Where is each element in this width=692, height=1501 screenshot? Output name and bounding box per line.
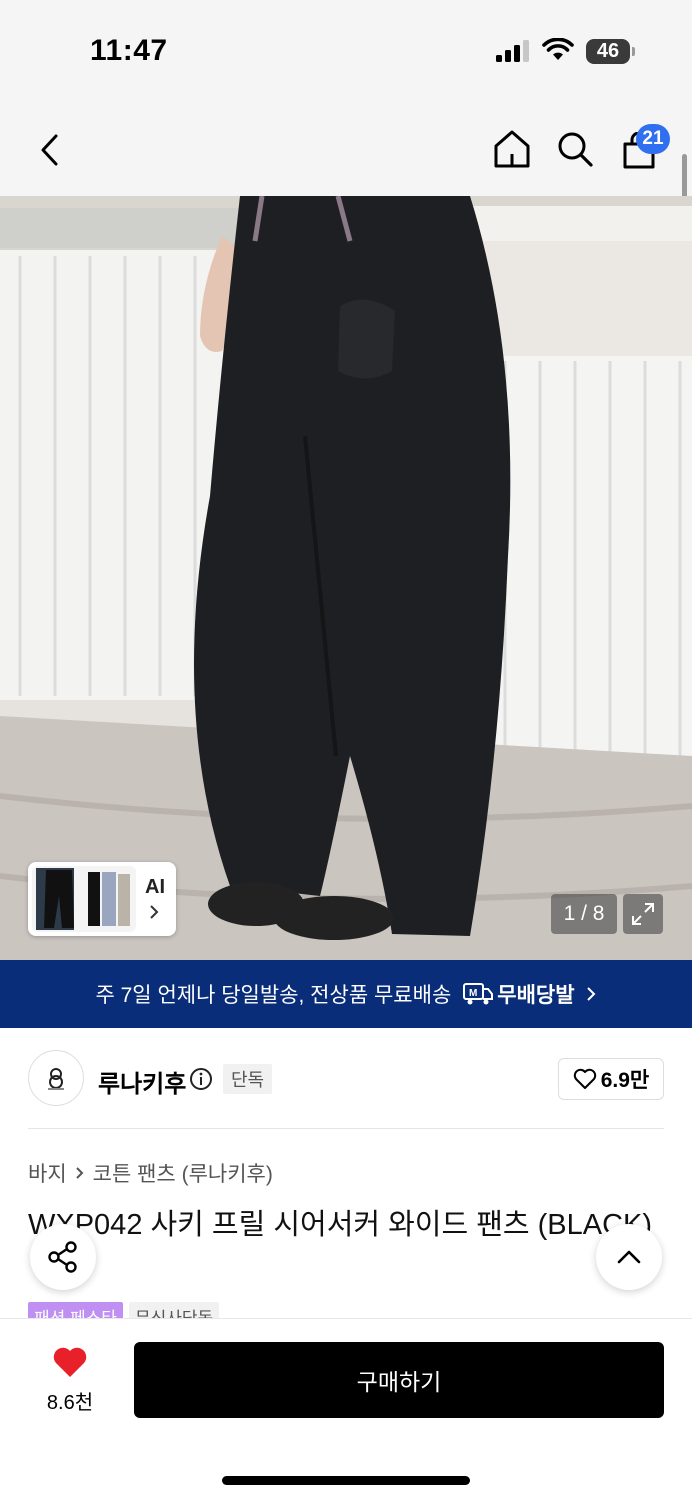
ai-thumbnail-image [32,866,136,932]
wishlist-count: 8.6천 [46,1392,94,1414]
breadcrumb: 바지 코튼 팬츠 (루나키후) [28,1158,273,1188]
chevron-right-icon [75,1165,85,1181]
chevron-right-icon [150,905,159,919]
share-button[interactable] [30,1224,96,1290]
section-divider [28,1128,664,1129]
home-button[interactable] [490,126,534,172]
brand-row: 루나키후 단독 6.9만 [28,1050,664,1106]
battery-tip [632,47,635,56]
brand-logo[interactable] [28,1050,84,1106]
shipping-brand-badge: M [469,988,477,999]
battery-indicator: 46 [586,39,630,64]
search-button[interactable] [554,128,596,170]
ai-similar-items-card[interactable]: AI [28,862,176,936]
shipping-brand: M 무배당발 [463,979,596,1009]
chevron-up-icon [617,1250,641,1264]
home-indicator [222,1476,470,1485]
cellular-signal-icon [496,40,529,62]
back-icon [41,134,58,166]
brand-like-count: 6.9만 [600,1069,650,1092]
home-icon [494,130,530,168]
delivery-truck-icon: M [463,983,494,1005]
shipping-brand-name: 무배당발 [497,984,575,1007]
info-icon[interactable] [189,1067,213,1091]
heart-outline-icon [573,1068,596,1089]
scroll-to-top-button[interactable] [596,1224,662,1290]
expand-icon [632,903,654,925]
status-time: 11:47 [90,34,168,67]
heart-filled-icon[interactable] [52,1346,88,1378]
product-image-gallery[interactable] [0,196,692,960]
breadcrumb-subcategory[interactable]: 코튼 팬츠 (루나키후) [93,1158,273,1188]
cart-count-badge: 21 [636,124,670,154]
product-photo [0,196,692,960]
image-page-counter: 1 / 8 [551,894,617,934]
brand-like-button[interactable]: 6.9만 [558,1058,664,1100]
product-title: WXP042 사키 프릴 시어서커 와이드 팬츠 (BLACK) [28,1209,653,1241]
wifi-icon [542,38,574,60]
expand-image-button[interactable] [623,894,663,934]
breadcrumb-category[interactable]: 바지 [28,1158,67,1188]
back-button[interactable] [30,126,70,174]
exclusive-tag: 단독 [223,1064,273,1094]
status-bar: 11:47 46 [0,0,692,100]
share-icon [48,1241,77,1273]
brand-name[interactable]: 루나키후 [98,1064,186,1099]
chevron-right-icon [586,987,595,1001]
buy-button[interactable]: 구매하기 [134,1342,664,1418]
brand-logo-icon [48,1068,64,1090]
search-icon [558,132,593,167]
ai-label: AI [145,876,165,898]
shipping-banner-text: 주 7일 언제나 당일발송, 전상품 무료배송 [95,984,452,1007]
shipping-promo-banner[interactable]: 주 7일 언제나 당일발송, 전상품 무료배송 M 무배당발 [0,960,692,1028]
